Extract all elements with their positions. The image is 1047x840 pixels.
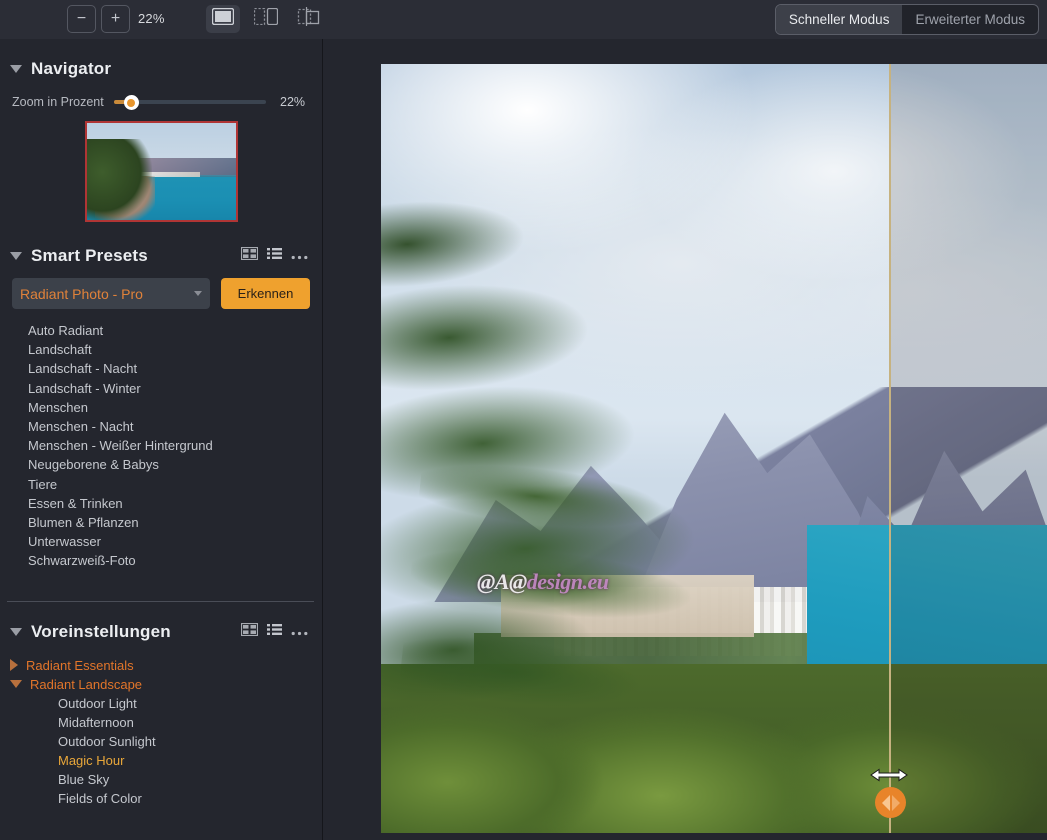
preset-item[interactable]: Blue Sky xyxy=(10,770,322,789)
preset-group-row[interactable]: Radiant Landscape xyxy=(10,675,322,694)
more-options-icon[interactable] xyxy=(291,623,308,641)
list-view-icon[interactable] xyxy=(267,247,282,265)
grid-view-icon[interactable] xyxy=(240,246,259,265)
chevron-down-icon[interactable] xyxy=(10,627,22,636)
list-view-icon[interactable] xyxy=(267,623,282,641)
smart-preset-item[interactable]: Tiere xyxy=(28,475,322,494)
watermark-suffix: design.eu xyxy=(526,569,609,594)
radiant-photo-window: − + 22% Schneller Modus Erweiterter Modu… xyxy=(0,0,1047,840)
preset-item[interactable]: Midafternoon xyxy=(10,713,322,732)
smart-presets-list: Auto Radiant Landschaft Landschaft - Nacht… xyxy=(0,321,322,571)
navigator-zoom-row: Zoom in Prozent 22% xyxy=(0,94,322,110)
zoom-in-button[interactable]: + xyxy=(101,5,130,33)
mode-switch: Schneller Modus Erweiterter Modus xyxy=(774,4,1039,35)
preset-item[interactable]: Outdoor Light xyxy=(10,694,322,713)
smart-preset-item[interactable]: Essen & Trinken xyxy=(28,494,322,513)
chevron-down-icon[interactable] xyxy=(10,65,22,73)
left-panel: Navigator Zoom in Prozent 22% Smart Pres… xyxy=(0,39,323,840)
smart-preset-item[interactable]: Landschaft xyxy=(28,340,322,359)
navigator-thumbnail[interactable] xyxy=(84,121,238,222)
zoom-out-button[interactable]: − xyxy=(67,5,96,33)
photo-palm-frond-lower xyxy=(390,413,812,807)
zoom-slider[interactable] xyxy=(113,94,266,110)
watermark-prefix: @A@ xyxy=(477,569,527,594)
navigator-zoom-value: 22% xyxy=(280,95,306,109)
preset-item[interactable]: Magic Hour xyxy=(10,751,322,770)
smart-presets-section-header[interactable]: Smart Presets xyxy=(0,246,322,266)
preset-item[interactable]: Outdoor Sunlight xyxy=(10,732,322,751)
chevron-down-icon[interactable] xyxy=(10,680,22,689)
zoom-level-value: 22% xyxy=(138,11,165,26)
voreinstellungen-header-icons xyxy=(240,622,312,641)
before-after-split-line[interactable] xyxy=(889,64,891,833)
chevron-down-icon xyxy=(193,291,202,296)
smart-preset-item[interactable]: Schwarzweiß-Foto xyxy=(28,551,322,570)
navigator-title: Navigator xyxy=(31,59,112,78)
split-view-icon xyxy=(253,7,279,30)
before-after-drag-handle[interactable] xyxy=(875,787,906,818)
slider-knob[interactable] xyxy=(123,95,139,110)
image-watermark: @A@design.eu xyxy=(477,569,609,595)
quick-mode-tab[interactable]: Schneller Modus xyxy=(775,5,903,34)
single-view-icon xyxy=(211,7,235,30)
smart-preset-item[interactable]: Auto Radiant xyxy=(28,321,322,340)
chevron-down-icon[interactable] xyxy=(10,252,22,260)
view-mode-group xyxy=(206,5,326,33)
smart-preset-item[interactable]: Landschaft - Nacht xyxy=(28,359,322,378)
smart-preset-item[interactable]: Landschaft - Winter xyxy=(28,379,322,398)
before-after-view-icon xyxy=(296,7,322,31)
top-toolbar: − + 22% Schneller Modus Erweiterter Modu… xyxy=(0,0,1047,39)
before-after-view-button[interactable] xyxy=(292,5,326,33)
navigator-thumbnail-wrap xyxy=(0,121,322,222)
photo-preview[interactable]: @A@design.eu xyxy=(381,64,1047,833)
preset-group-label: Radiant Landscape xyxy=(30,676,143,692)
smart-preset-item[interactable]: Blumen & Pflanzen xyxy=(28,513,322,532)
split-view-button[interactable] xyxy=(249,5,283,33)
zoom-controls: − + xyxy=(67,5,130,33)
voreinstellungen-tree: Radiant Essentials Radiant Landscape Outdo… xyxy=(0,656,322,808)
advanced-mode-tab[interactable]: Erweiterter Modus xyxy=(902,5,1038,34)
image-canvas[interactable]: @A@design.eu xyxy=(324,39,1047,840)
preset-profile-value: Radiant Photo - Pro xyxy=(20,285,143,302)
preset-profile-dropdown[interactable]: Radiant Photo - Pro xyxy=(12,278,210,309)
voreinstellungen-section-header[interactable]: Voreinstellungen xyxy=(0,622,322,642)
smart-presets-title: Smart Presets xyxy=(31,246,148,265)
preset-group-label: Radiant Essentials xyxy=(26,657,134,673)
smart-preset-item[interactable]: Menschen - Nacht xyxy=(28,417,322,436)
smart-preset-item[interactable]: Menschen xyxy=(28,398,322,417)
preset-item[interactable]: Fields of Color xyxy=(10,789,322,808)
grid-view-icon[interactable] xyxy=(240,622,259,641)
smart-preset-item[interactable]: Neugeborene & Babys xyxy=(28,455,322,474)
detect-button[interactable]: Erkennen xyxy=(220,278,310,309)
smart-presets-header-icons xyxy=(240,246,312,265)
preset-group-row[interactable]: Radiant Essentials xyxy=(10,656,322,675)
chevron-right-icon[interactable] xyxy=(10,659,18,672)
more-options-icon[interactable] xyxy=(291,247,308,265)
smart-preset-item[interactable]: Menschen - Weißer Hintergrund xyxy=(28,436,322,455)
panel-divider xyxy=(7,600,314,602)
smart-presets-controls: Radiant Photo - Pro Erkennen xyxy=(0,278,322,309)
voreinstellungen-title: Voreinstellungen xyxy=(31,621,171,641)
single-view-button[interactable] xyxy=(206,5,240,33)
after-overlay xyxy=(891,64,1047,833)
zoom-percent-label: Zoom in Prozent xyxy=(12,95,104,109)
navigator-section-header[interactable]: Navigator xyxy=(0,59,322,79)
thumbnail-foliage xyxy=(86,138,153,220)
smart-preset-item[interactable]: Unterwasser xyxy=(28,532,322,551)
